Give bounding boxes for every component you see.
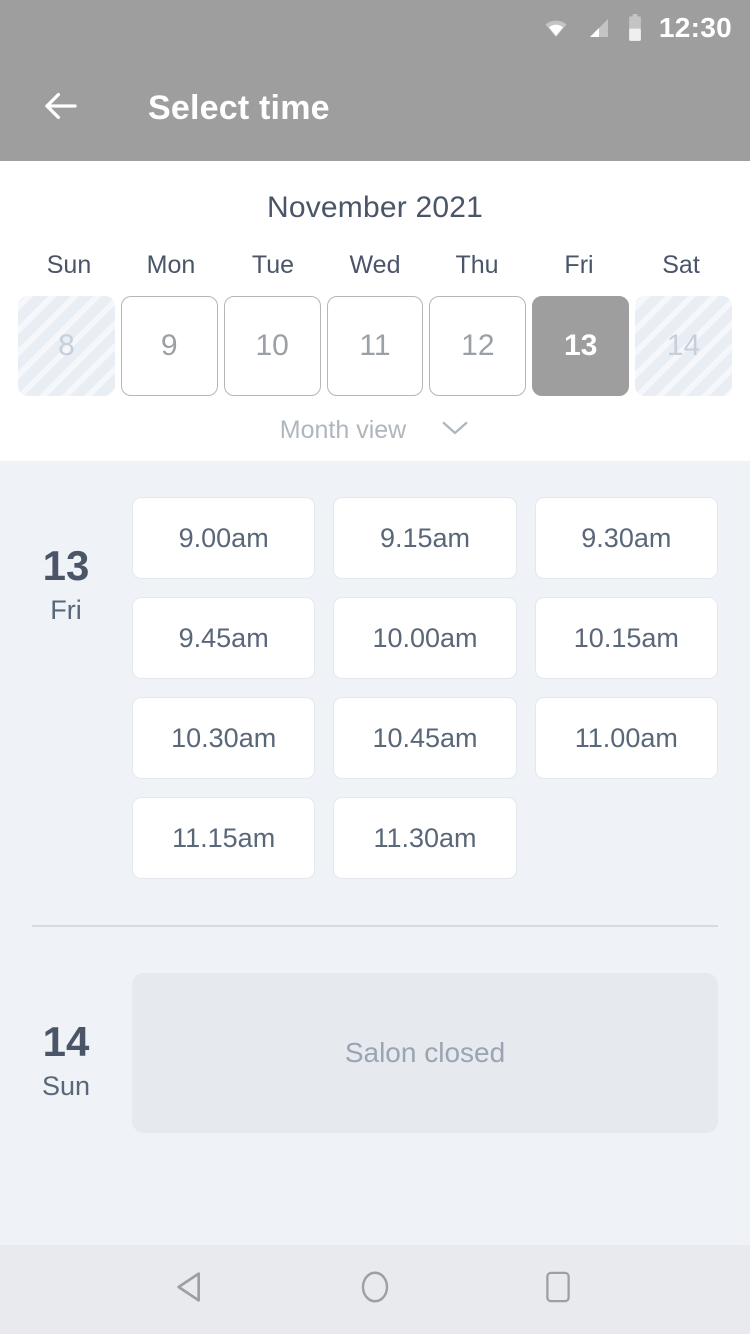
status-bar: 12:30 xyxy=(0,0,750,56)
calendar-day-cell: 14 xyxy=(635,296,732,396)
nav-recents-square-icon xyxy=(541,1268,575,1311)
schedule-day-name: Sun xyxy=(41,1071,91,1101)
weekday-header-row: Sun Mon Tue Wed Thu Fri Sat xyxy=(0,251,750,280)
back-button[interactable] xyxy=(30,78,92,140)
time-slot-button[interactable]: 10.00am xyxy=(333,597,517,679)
arrow-left-icon xyxy=(40,85,82,132)
weekday-label-fri: Fri xyxy=(564,251,594,279)
calendar-day-cell[interactable]: 11 xyxy=(326,296,424,396)
schedule-day-name: Fri xyxy=(50,595,82,625)
weekday-label-sun: Sun xyxy=(46,251,92,279)
time-slot-button[interactable]: 9.00am xyxy=(132,497,316,579)
wifi-icon xyxy=(541,16,571,40)
time-slot-button[interactable]: 11.30am xyxy=(333,797,517,879)
calendar-day-cell: 8 xyxy=(18,296,115,396)
month-view-toggle[interactable]: Month view xyxy=(0,416,750,445)
calendar-week-row: 8 9 10 11 12 13 14 xyxy=(0,296,750,396)
calendar-day-cell[interactable]: 10 xyxy=(223,296,321,396)
schedule-day-group-closed: 14 Sun Salon closed xyxy=(0,973,750,1133)
month-view-label: Month view xyxy=(279,416,407,444)
status-bar-time: 12:30 xyxy=(658,12,732,43)
page-title: Select time xyxy=(148,89,330,127)
calendar-panel: November 2021 Sun Mon Tue Wed Thu Fri Sa… xyxy=(0,161,750,461)
schedule-day-label: 13 Fri xyxy=(0,497,132,624)
time-slot-button[interactable]: 9.30am xyxy=(534,497,718,579)
schedule-list: 13 Fri 9.00am 9.15am 9.30am 9.45am 10.00… xyxy=(0,461,750,1225)
salon-closed-card: Salon closed xyxy=(132,973,718,1133)
schedule-day-group: 13 Fri 9.00am 9.15am 9.30am 9.45am 10.00… xyxy=(0,497,750,879)
cellular-signal-icon xyxy=(585,16,613,40)
schedule-day-label: 14 Sun xyxy=(0,973,132,1100)
chevron-down-icon xyxy=(440,419,470,442)
time-slot-grid: 9.00am 9.15am 9.30am 9.45am 10.00am 10.1… xyxy=(132,497,718,879)
time-slot-button[interactable]: 10.15am xyxy=(534,597,718,679)
time-slot-button[interactable]: 9.15am xyxy=(333,497,517,579)
weekday-label-sat: Sat xyxy=(662,251,700,279)
time-slot-button[interactable]: 9.45am xyxy=(132,597,316,679)
schedule-divider xyxy=(32,925,718,927)
nav-back-button[interactable] xyxy=(157,1255,227,1325)
time-slot-button[interactable]: 10.45am xyxy=(333,697,517,779)
calendar-day-cell[interactable]: 12 xyxy=(429,296,527,396)
nav-home-button[interactable] xyxy=(340,1255,410,1325)
schedule-day-number: 14 xyxy=(42,1018,90,1065)
nav-recents-button[interactable] xyxy=(523,1255,593,1325)
weekday-label-thu: Thu xyxy=(455,251,499,279)
time-slot-button[interactable]: 11.00am xyxy=(534,697,718,779)
time-slot-button[interactable]: 11.15am xyxy=(132,797,316,879)
app-bar: Select time xyxy=(0,56,750,161)
time-slot-button[interactable]: 10.30am xyxy=(132,697,316,779)
nav-home-circle-icon xyxy=(357,1267,393,1312)
weekday-label-mon: Mon xyxy=(146,251,196,279)
weekday-label-wed: Wed xyxy=(349,251,401,279)
weekday-label-tue: Tue xyxy=(251,251,295,279)
calendar-month-title: November 2021 xyxy=(266,191,484,224)
schedule-day-number: 13 xyxy=(42,542,90,589)
battery-icon xyxy=(627,14,643,42)
calendar-day-cell[interactable]: 9 xyxy=(120,296,218,396)
android-navigation-bar xyxy=(0,1245,750,1334)
calendar-day-cell-selected[interactable]: 13 xyxy=(532,296,630,396)
nav-back-triangle-icon xyxy=(172,1267,212,1312)
